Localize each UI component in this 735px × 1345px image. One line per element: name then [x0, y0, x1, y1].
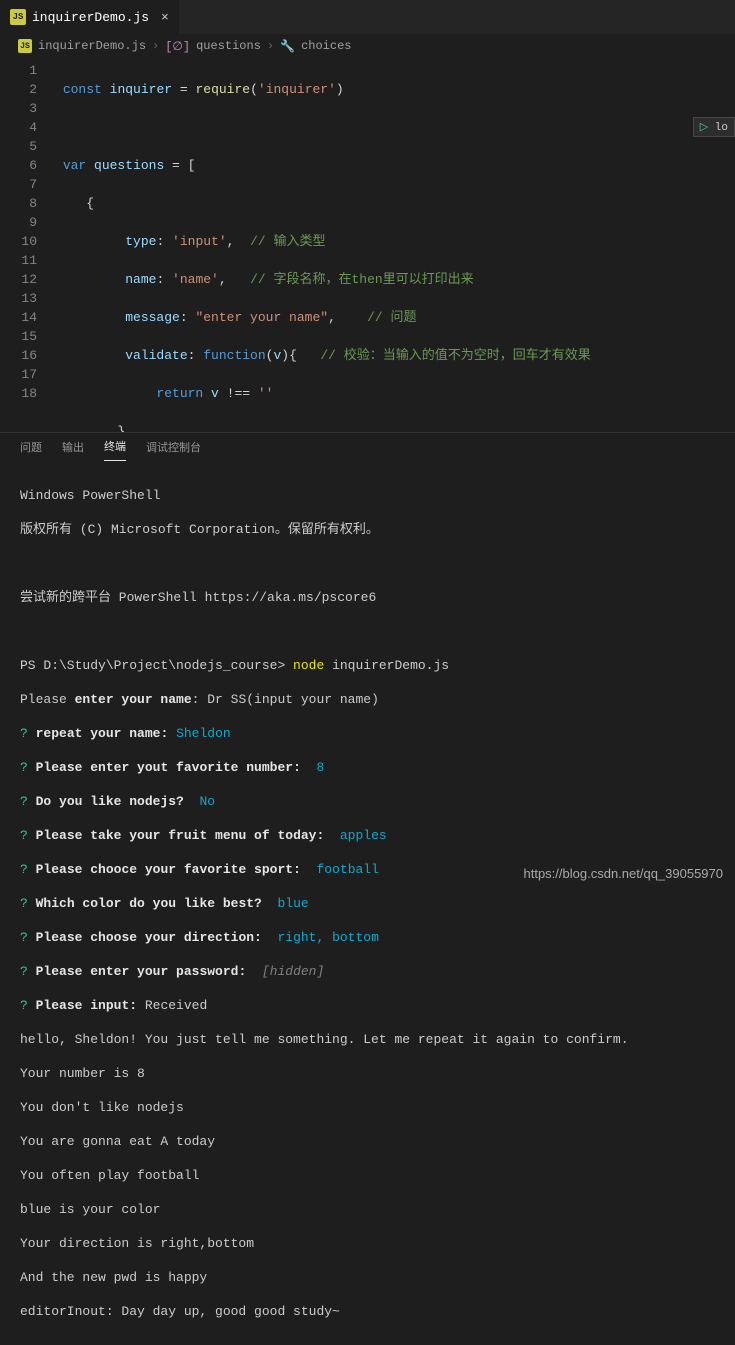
chevron-right-icon: › — [267, 39, 274, 53]
property-icon: 🔧 — [280, 39, 295, 54]
terminal-line: ? Please take your fruit menu of today: … — [20, 827, 715, 844]
panel-tabs: 问题 输出 终端 调试控制台 — [0, 432, 735, 462]
tab-problems[interactable]: 问题 — [20, 439, 42, 461]
terminal-line: You don't like nodejs — [20, 1099, 715, 1116]
breadcrumb-symbol[interactable]: choices — [301, 39, 351, 53]
terminal-line: 版权所有 (C) Microsoft Corporation。保留所有权利。 — [20, 521, 715, 538]
terminal-line: Your direction is right,bottom — [20, 1235, 715, 1252]
tab-terminal[interactable]: 终端 — [104, 438, 126, 461]
js-file-icon: JS — [18, 39, 32, 53]
terminal-line: Your number is 8 — [20, 1065, 715, 1082]
tab-filename: inquirerDemo.js — [32, 10, 149, 25]
chevron-right-icon: › — [152, 39, 159, 53]
close-icon[interactable]: × — [161, 10, 169, 25]
terminal-line: ? repeat your name: Sheldon — [20, 725, 715, 742]
watermark: https://blog.csdn.net/qq_39055970 — [524, 866, 724, 881]
breadcrumb-symbol[interactable]: questions — [196, 39, 261, 53]
terminal-line: ? Please choose your direction: right, b… — [20, 929, 715, 946]
terminal[interactable]: Windows PowerShell 版权所有 (C) Microsoft Co… — [0, 462, 735, 1345]
terminal-line: ? Do you like nodejs? No — [20, 793, 715, 810]
file-tab[interactable]: JS inquirerDemo.js × — [0, 0, 179, 35]
terminal-line: You are gonna eat A today — [20, 1133, 715, 1150]
breadcrumb-file[interactable]: inquirerDemo.js — [38, 39, 146, 53]
code-editor[interactable]: ▷ lo 123456789101112131415161718 const i… — [0, 57, 735, 432]
terminal-line: hello, Sheldon! You just tell me somethi… — [20, 1031, 715, 1048]
terminal-line: And the new pwd is happy — [20, 1269, 715, 1286]
terminal-line: You often play football — [20, 1167, 715, 1184]
breadcrumb[interactable]: JS inquirerDemo.js › [∅] questions › 🔧 c… — [0, 35, 735, 57]
tab-bar: JS inquirerDemo.js × — [0, 0, 735, 35]
terminal-line: ? Which color do you like best? blue — [20, 895, 715, 912]
terminal-line: Please enter your name: Dr SS(input your… — [20, 691, 715, 708]
js-file-icon: JS — [10, 9, 26, 25]
tab-output[interactable]: 输出 — [62, 439, 84, 461]
line-numbers: 123456789101112131415161718 — [0, 57, 55, 432]
terminal-line: ? Please enter your password: [hidden] — [20, 963, 715, 980]
terminal-line: Windows PowerShell — [20, 487, 715, 504]
terminal-line: ? Please input: Received — [20, 997, 715, 1014]
tab-debug-console[interactable]: 调试控制台 — [146, 439, 201, 461]
terminal-line: ? Please enter yout favorite number: 8 — [20, 759, 715, 776]
code-content[interactable]: const inquirer = require('inquirer') var… — [55, 57, 735, 432]
terminal-line: blue is your color — [20, 1201, 715, 1218]
terminal-line: 尝试新的跨平台 PowerShell https://aka.ms/pscore… — [20, 589, 715, 606]
terminal-line: editorInout: Day day up, good good study… — [20, 1303, 715, 1320]
terminal-line: PS D:\Study\Project\nodejs_course> node … — [20, 657, 715, 674]
variable-icon: [∅] — [165, 39, 190, 54]
